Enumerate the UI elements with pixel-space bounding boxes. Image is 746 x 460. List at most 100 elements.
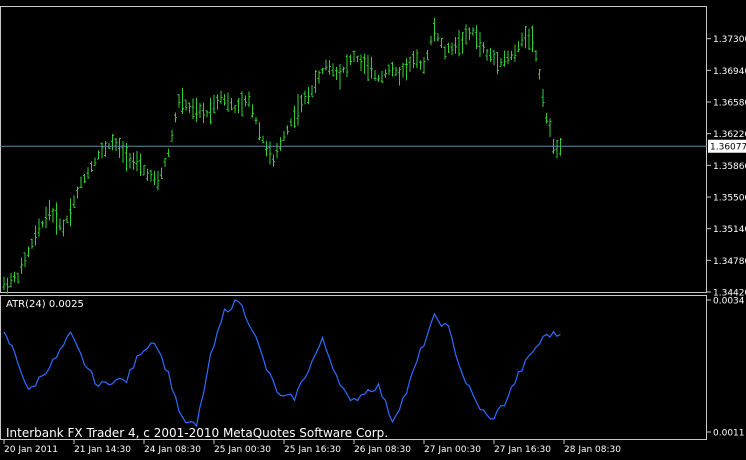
time-tick-label: 25 Jan 16:30: [284, 445, 341, 455]
indicator-panel-frame: [0, 295, 707, 440]
price-bar: [51, 207, 55, 223]
price-bar: [440, 38, 443, 48]
price-bar: [307, 86, 310, 105]
price-bar: [300, 94, 303, 113]
price-bar: [195, 97, 198, 123]
indicator-title: ATR(24) 0.0025: [6, 299, 84, 310]
price-bar: [506, 50, 510, 65]
price-tick-label: 1.35500: [713, 194, 746, 204]
price-bar: [363, 53, 366, 74]
price-bar: [359, 54, 363, 72]
price-bar: [461, 32, 464, 54]
price-bar: [356, 55, 359, 63]
price-bar: [153, 170, 156, 185]
time-tick-label: 27 Jan 00:30: [424, 445, 481, 455]
price-bar: [41, 220, 44, 228]
price-bar: [419, 60, 422, 70]
price-bar: [30, 238, 34, 249]
price-bar: [457, 30, 461, 57]
time-tick-label: 27 Jan 16:30: [494, 445, 551, 455]
price-bar: [20, 257, 23, 274]
price-bar: [433, 17, 436, 42]
time-axis: 20 Jan 2011 21 Jan 14:30 24 Jan 08:30 25 Ja…: [3, 440, 621, 455]
price-bar: [100, 142, 104, 159]
price-bar: [286, 125, 289, 135]
price-bar: [412, 50, 415, 69]
price-bar: [387, 64, 391, 76]
price-bar: [489, 47, 492, 62]
price-bar: [405, 58, 408, 81]
price-bar: [398, 66, 401, 86]
price-bar: [478, 31, 482, 57]
price-bar: [310, 85, 314, 98]
price-bar: [97, 150, 100, 160]
price-bar: [230, 98, 233, 111]
price-tick-label: 1.37300: [713, 35, 746, 45]
atr-tick-label: 0.0034: [713, 297, 745, 307]
price-bar: [394, 66, 398, 77]
price-bar: [541, 88, 545, 108]
time-tick-label: 28 Jan 08:30: [564, 445, 621, 455]
price-bar: [548, 118, 552, 138]
price-bar: [212, 94, 216, 114]
price-y-axis: 1.37300 1.36940 1.36580 1.36220 1.35860 1.355…: [707, 35, 746, 299]
price-bar: [79, 176, 83, 188]
current-price-label: 1.36077: [710, 143, 746, 153]
price-tick-label: 1.35140: [713, 225, 746, 235]
price-bar: [240, 91, 244, 117]
price-bar: [83, 174, 86, 183]
price-bar: [170, 129, 174, 142]
price-bar: [450, 42, 454, 56]
price-bar: [391, 61, 394, 77]
price-bar: [34, 225, 37, 246]
time-tick-label: 21 Jan 14:30: [74, 445, 131, 455]
price-bar: [6, 277, 9, 294]
price-bar: [503, 50, 506, 67]
price-bar: [328, 60, 331, 75]
price-bar: [534, 50, 538, 62]
price-bar: [454, 36, 457, 54]
price-bar: [555, 139, 559, 159]
price-bar: [219, 90, 223, 104]
price-bar: [251, 104, 254, 118]
price-bar: [279, 137, 282, 151]
price-bar: [527, 28, 531, 51]
price-bar: [237, 98, 240, 114]
price-bar: [128, 153, 132, 169]
price-bar: [426, 49, 429, 61]
price-bar: [314, 70, 317, 94]
price-bar: [233, 105, 237, 114]
price-bar: [86, 167, 90, 179]
price-bar: [331, 63, 335, 77]
price-bar: [468, 27, 471, 41]
price-bar: [135, 150, 139, 172]
price-bar: [296, 93, 300, 126]
price-bar: [429, 35, 433, 46]
chart-window: 1.37300 1.36940 1.36580 1.36220 1.35860 1.355…: [0, 0, 746, 456]
atr-line: [3, 299, 561, 428]
copyright-text: Interbank FX Trader 4, c 2001-2010 MetaQ…: [6, 426, 388, 440]
price-bar: [37, 218, 41, 238]
chart-canvas[interactable]: 1.37300 1.36940 1.36580 1.36220 1.35860 1.355…: [0, 0, 746, 456]
price-bar: [559, 138, 562, 156]
price-bar: [408, 56, 412, 72]
price-bar: [132, 152, 135, 170]
price-bar: [142, 164, 146, 176]
price-bar: [289, 118, 293, 127]
price-bar: [324, 59, 328, 71]
price-bar: [513, 44, 517, 62]
price-bar: [90, 161, 93, 172]
price-bar: [492, 50, 496, 66]
price-bar: [167, 148, 170, 157]
price-bar: [188, 102, 191, 113]
price-bar: [443, 45, 447, 60]
price-bar: [184, 99, 188, 111]
time-tick-label: 24 Jan 08:30: [144, 445, 201, 455]
price-bar: [160, 167, 163, 180]
price-bar: [125, 142, 128, 172]
price-bar: [265, 141, 268, 157]
price-bar: [366, 55, 370, 81]
price-bar: [198, 103, 202, 118]
price-bar: [2, 276, 6, 291]
price-bar: [377, 74, 380, 82]
